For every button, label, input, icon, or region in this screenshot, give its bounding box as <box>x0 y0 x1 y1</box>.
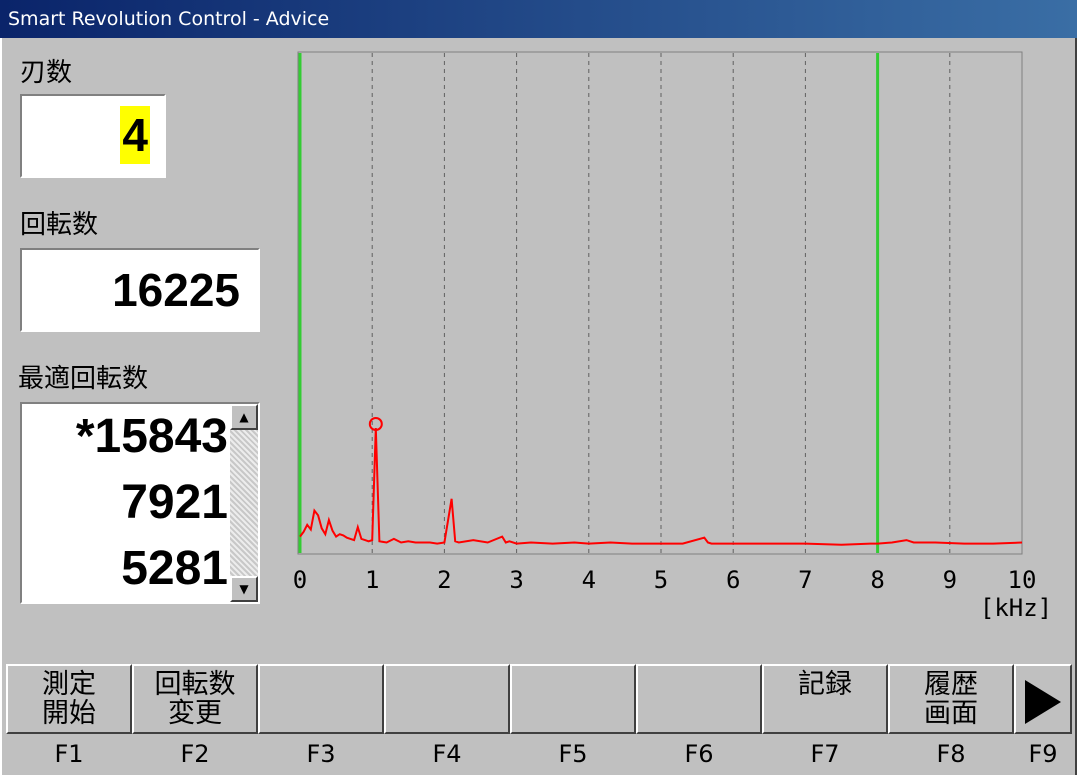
x-tick-label: 4 <box>582 566 596 594</box>
function-button-label: 測定 開始 <box>42 669 96 729</box>
function-key-label: F4 <box>432 740 462 768</box>
function-key-label: F5 <box>558 740 588 768</box>
function-key-bar: 測定 開始 回転数 変更 記録 履歴 画面 <box>6 664 1072 734</box>
function-button-label: 履歴 画面 <box>924 669 978 729</box>
function-button-f4[interactable] <box>384 664 510 734</box>
function-key-label: F1 <box>54 740 84 768</box>
plot-area <box>297 51 1023 555</box>
function-key-label: F6 <box>684 740 714 768</box>
function-button-f1[interactable]: 測定 開始 <box>6 664 132 734</box>
x-tick-label: 6 <box>726 566 740 594</box>
x-tick-label: 5 <box>654 566 668 594</box>
x-tick-label: 8 <box>870 566 884 594</box>
x-tick-label: 10 <box>1008 566 1037 594</box>
x-tick-label: 3 <box>509 566 523 594</box>
function-button-f8[interactable]: 履歴 画面 <box>888 664 1014 734</box>
function-key-label: F2 <box>180 740 210 768</box>
function-key-label: F9 <box>1028 740 1058 768</box>
x-tick-label: 9 <box>943 566 957 594</box>
x-tick-label: 0 <box>293 566 307 594</box>
x-tick-label: 7 <box>798 566 812 594</box>
x-tick-label: 1 <box>365 566 379 594</box>
function-button-label: 記録 <box>798 669 852 700</box>
x-tick-labels: 0 1 2 3 4 5 6 7 8 9 10 <box>293 566 1037 594</box>
play-arrow-icon <box>1025 680 1061 724</box>
function-button-f6[interactable] <box>636 664 762 734</box>
function-button-f7[interactable]: 記録 <box>762 664 888 734</box>
function-button-f3[interactable] <box>258 664 384 734</box>
x-axis-label: [kHz] <box>980 594 1052 622</box>
function-button-f2[interactable]: 回転数 変更 <box>132 664 258 734</box>
function-key-label: F3 <box>306 740 336 768</box>
function-button-f9[interactable] <box>1014 664 1072 734</box>
spectrum-chart: 0 1 2 3 4 5 6 7 8 9 10 [kHz] <box>293 51 1052 622</box>
function-button-f5[interactable] <box>510 664 636 734</box>
function-key-label: F7 <box>810 740 840 768</box>
x-tick-label: 2 <box>437 566 451 594</box>
function-button-label: 回転数 変更 <box>154 669 236 729</box>
